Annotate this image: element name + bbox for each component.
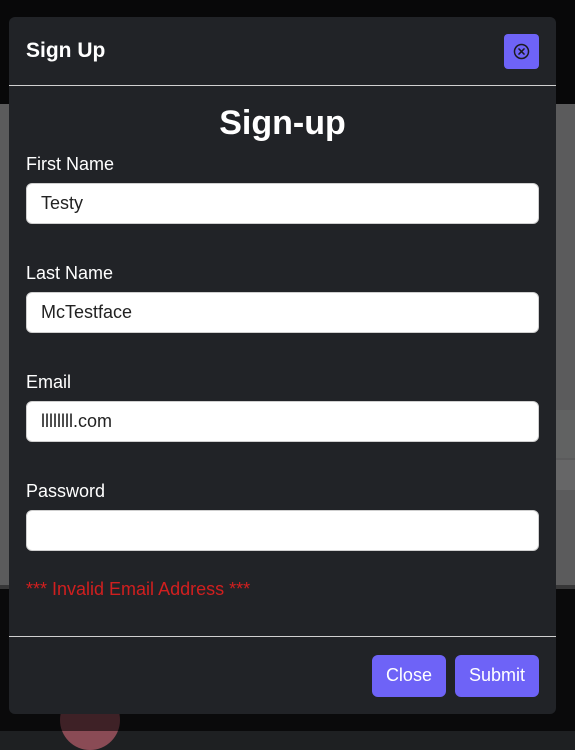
password-field[interactable] [26,510,539,551]
form-heading: Sign-up [219,104,346,142]
close-circle-icon [513,43,530,59]
signup-modal: Sign Up Sign-up First Name Last Name Ema… [9,17,556,714]
email-label: Email [26,372,72,392]
email-field[interactable] [26,401,539,442]
submit-button[interactable]: Submit [454,654,539,697]
last-name-label: Last Name [26,263,114,283]
close-icon-button[interactable] [504,33,539,69]
modal-title: Sign Up [26,39,106,62]
first-name-label: First Name [26,154,115,174]
password-label: Password [26,481,106,501]
close-button[interactable]: Close [371,654,446,697]
email-error-message: *** Invalid Email Address *** [26,579,251,599]
first-name-field[interactable] [26,183,539,224]
last-name-field[interactable] [26,292,539,333]
modal-body: Sign-up First Name Last Name Email Passw… [9,106,556,600]
modal-header: Sign Up [9,17,556,86]
modal-footer: Close Submit [9,636,556,714]
